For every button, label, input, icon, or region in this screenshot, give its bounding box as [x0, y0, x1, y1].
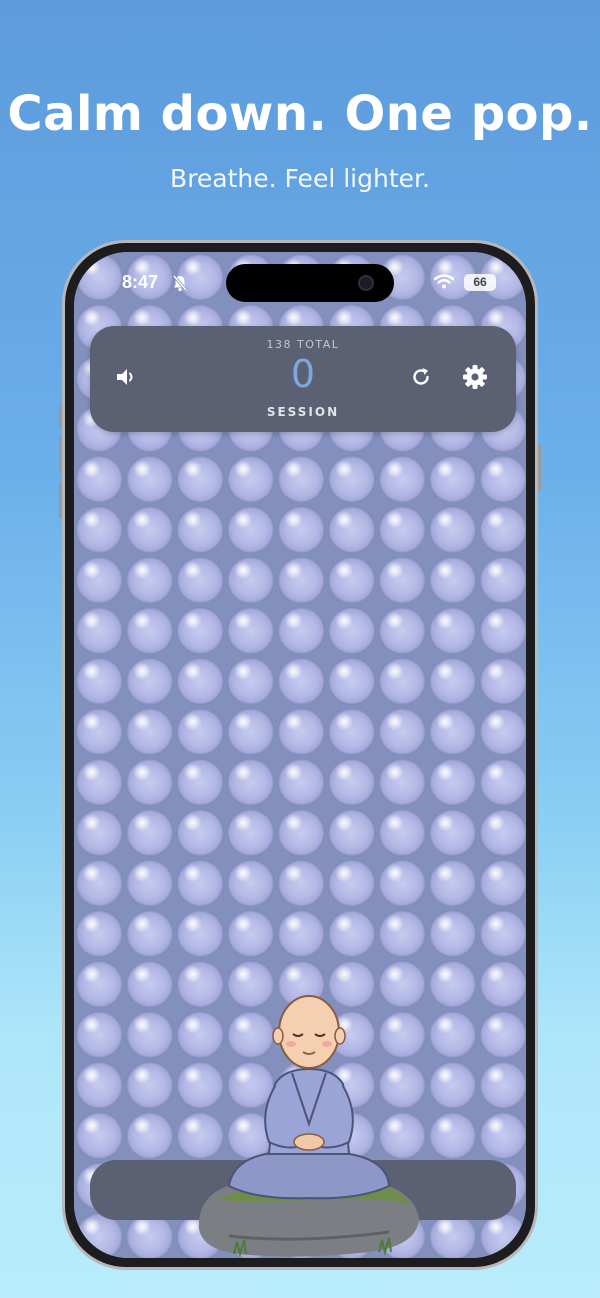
camera-icon: [358, 275, 374, 291]
promo-headline: Calm down. One pop.: [7, 86, 593, 142]
counter-card: 138 TOTAL 0 SESSION: [90, 326, 516, 432]
session-count: 0: [290, 352, 316, 396]
wifi-icon: [433, 274, 455, 293]
settings-button[interactable]: [460, 364, 490, 394]
status-bar: 8:47 66: [74, 252, 526, 302]
session-label: SESSION: [266, 405, 340, 419]
battery-icon: 66: [464, 274, 496, 291]
promo-subline: Breathe. Feel lighter.: [170, 164, 430, 193]
dynamic-island: [226, 264, 394, 302]
sound-toggle-button[interactable]: [112, 364, 142, 394]
speaker-icon: [115, 366, 139, 392]
meditating-monk-illustration: [189, 974, 429, 1258]
bell-off-icon: [172, 274, 188, 296]
gear-icon: [462, 364, 488, 394]
refresh-icon: [410, 366, 432, 392]
reset-button[interactable]: [406, 364, 436, 394]
total-count-label: 138 TOTAL: [266, 338, 340, 351]
status-time: 8:47: [122, 272, 159, 292]
app-screen: 8:47 66 138 TOTAL 0 SESSION: [74, 252, 526, 1258]
phone-frame: 8:47 66 138 TOTAL 0 SESSION: [62, 240, 538, 1270]
